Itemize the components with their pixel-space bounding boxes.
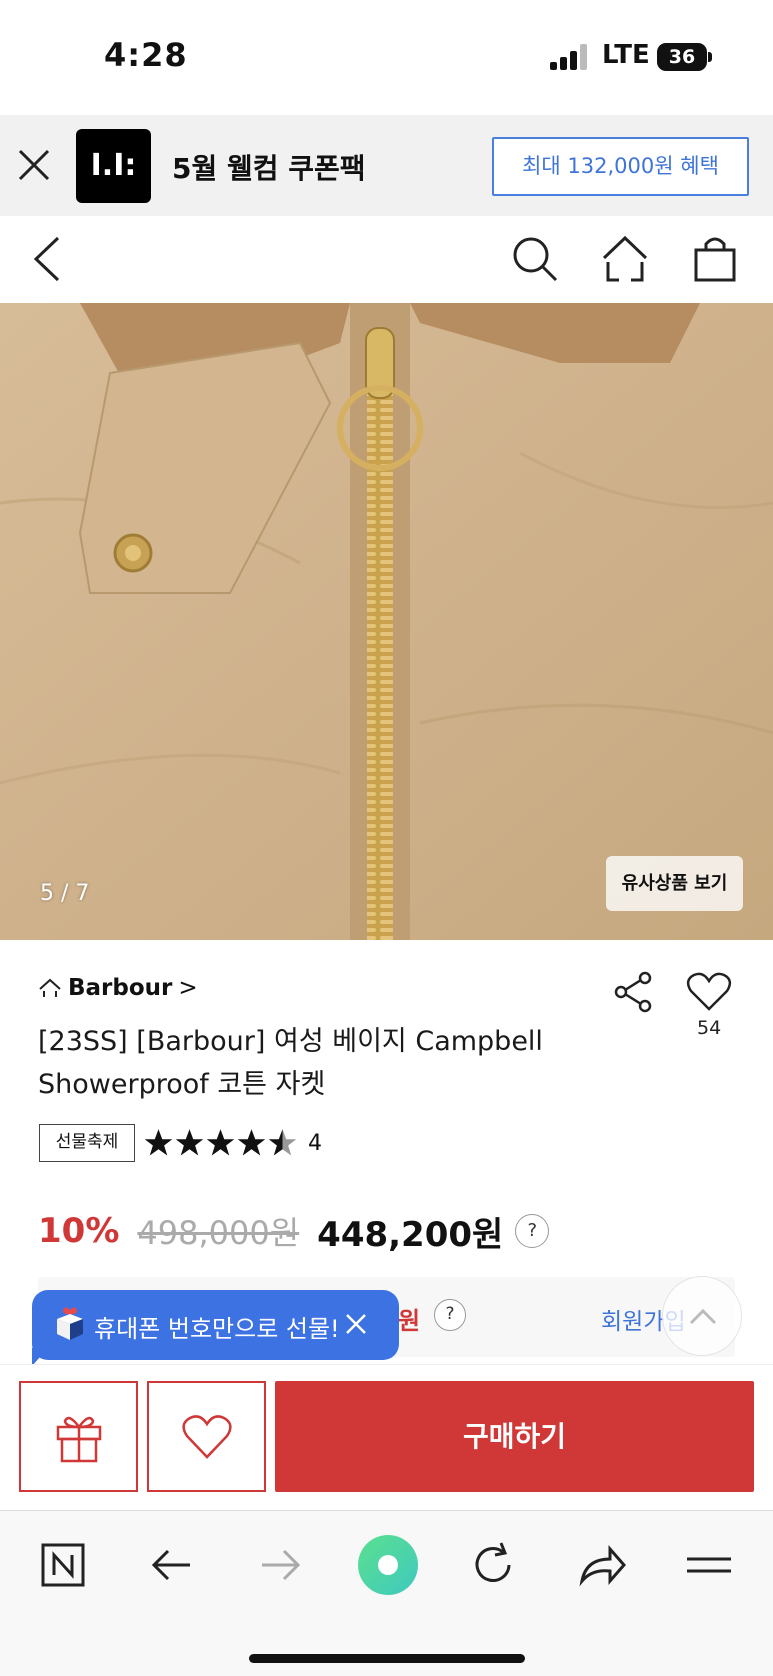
back-icon[interactable]: [22, 232, 76, 286]
forward-share-icon[interactable]: [572, 1535, 632, 1595]
star-icon: [206, 1129, 235, 1156]
status-bar: 4:28 LTE 36: [0, 0, 773, 115]
wishlist-button[interactable]: [147, 1381, 266, 1492]
cart-icon[interactable]: [688, 232, 742, 286]
star-icon: [144, 1129, 173, 1156]
browser-toolbar: [0, 1510, 773, 1676]
home-icon[interactable]: [598, 232, 652, 286]
brand-home-icon: [39, 978, 61, 997]
discount-rate: 10%: [38, 1211, 120, 1251]
review-count: 4: [308, 1130, 322, 1156]
arrow-left-icon[interactable]: [142, 1535, 202, 1595]
star-half-icon: [268, 1129, 297, 1156]
home-indicator: [249, 1654, 525, 1663]
similar-products-button[interactable]: 유사상품 보기: [606, 856, 743, 911]
status-time: 4:28: [104, 36, 188, 74]
signal-icon: [550, 44, 590, 70]
brand-name: Barbour: [68, 975, 173, 1001]
brand-link[interactable]: Barbour >: [38, 975, 198, 1001]
close-icon[interactable]: [14, 145, 54, 185]
price-help-icon[interactable]: ?: [515, 1214, 550, 1248]
buy-button[interactable]: 구매하기: [275, 1381, 754, 1492]
like-count: 54: [697, 1017, 722, 1039]
product-title: [23SS] [Barbour] 여성 베이지 Campbell Showerp…: [38, 1026, 543, 1100]
coupon-benefit-button[interactable]: 최대 132,000원 혜택: [492, 137, 749, 196]
coupon-banner: I.I: 5월 웰컴 쿠폰팩 최대 132,000원 혜택: [0, 115, 773, 216]
tooltip-text: 휴대폰 번호만으로 선물!: [94, 1315, 340, 1343]
original-price: 498,000원: [137, 1214, 300, 1252]
gift-icon: [56, 1416, 101, 1462]
chevron-right-icon: >: [178, 975, 198, 1001]
green-dot-icon[interactable]: [356, 1533, 420, 1597]
rating[interactable]: 4: [143, 1124, 322, 1162]
star-icon: [237, 1129, 266, 1156]
gift-tooltip[interactable]: 휴대폰 번호만으로 선물!: [32, 1290, 399, 1366]
share-icon[interactable]: [612, 970, 654, 1014]
price-row: 10% 498,000원 448,200원 ?: [38, 1208, 550, 1255]
network-label: LTE: [602, 40, 650, 70]
final-price: 448,200원: [317, 1214, 504, 1255]
arrow-right-icon[interactable]: [250, 1535, 310, 1595]
image-counter: 5 / 7: [40, 881, 90, 906]
heart-icon[interactable]: [686, 972, 732, 1012]
member-benefit-amount: 원: [398, 1307, 421, 1335]
naver-icon[interactable]: [33, 1535, 93, 1595]
scroll-top-button[interactable]: [662, 1276, 742, 1356]
member-help-icon[interactable]: ?: [434, 1299, 466, 1331]
heart-icon: [181, 1414, 232, 1459]
gift-box-icon: [57, 1307, 83, 1340]
close-icon[interactable]: [344, 1312, 368, 1336]
refresh-icon[interactable]: [463, 1535, 523, 1595]
search-icon[interactable]: [508, 232, 562, 286]
gift-button[interactable]: [19, 1381, 138, 1492]
jacket-photo: [0, 303, 773, 940]
battery-icon: 36: [657, 43, 707, 71]
battery-tip: [708, 52, 712, 62]
product-image[interactable]: 5 / 7 유사상품 보기: [0, 303, 773, 940]
coupon-title: 5월 웰컴 쿠폰팩: [172, 152, 366, 185]
star-icon: [175, 1129, 204, 1156]
menu-icon[interactable]: [679, 1535, 739, 1595]
top-nav: [0, 216, 773, 303]
purchase-bar: 구매하기: [0, 1364, 773, 1509]
app-logo: I.I:: [76, 129, 151, 203]
chevron-up-icon: [689, 1308, 717, 1325]
event-badge: 선물축제: [39, 1124, 135, 1162]
